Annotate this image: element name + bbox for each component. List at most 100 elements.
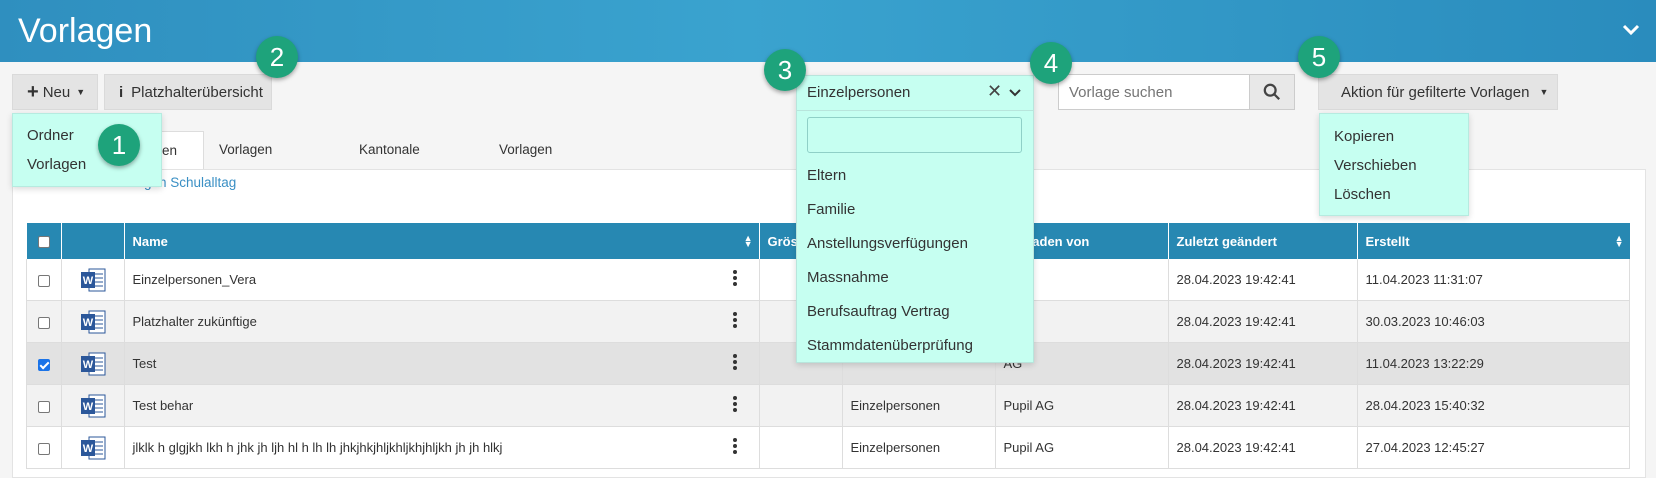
svg-text:W: W <box>82 275 93 287</box>
size-cell <box>758 426 843 469</box>
dropdown-option[interactable]: Berufsauftrag Vertrag <box>807 303 950 320</box>
column-header-modified[interactable]: Zuletzt geändert <box>1168 223 1358 259</box>
category-filter-dropdown[interactable]: Einzelpersonen ✕ Eltern Familie Anstellung… <box>796 75 1034 363</box>
category-filter-search-input[interactable] <box>807 117 1022 153</box>
row-select-cell <box>26 384 62 427</box>
category-filter-select[interactable]: Einzelpersonen ✕ <box>797 76 1033 111</box>
svg-text:W: W <box>82 443 93 455</box>
placeholder-overview-button[interactable]: i Platzhalterübersicht <box>104 74 272 110</box>
plus-icon: + <box>27 80 39 103</box>
chevron-down-icon[interactable] <box>1009 87 1021 99</box>
template-name: Platzhalter zukünftige <box>132 314 257 329</box>
menu-item-move[interactable]: Verschieben <box>1334 157 1417 174</box>
created-cell: 27.04.2023 12:45:27 <box>1356 426 1630 469</box>
modified-cell: 28.04.2023 19:42:41 <box>1167 426 1358 469</box>
file-type-cell: W <box>60 426 125 469</box>
search-icon <box>1263 83 1280 100</box>
clear-icon[interactable]: ✕ <box>987 81 1002 102</box>
uploaded-by-cell: Pupil AG <box>994 426 1169 469</box>
sort-icon: ▲ ▼ <box>743 233 753 249</box>
menu-item-copy[interactable]: Kopieren <box>1334 128 1394 145</box>
table-row[interactable]: W Test behar Einzelpersonen Pupil AG 28.04.2… <box>26 384 1630 427</box>
sort-icon: ▲ ▼ <box>1614 233 1624 249</box>
modified-cell: 28.04.2023 19:42:41 <box>1167 384 1358 427</box>
dropdown-option[interactable]: Massnahme <box>807 269 889 286</box>
step-badge-3: 3 <box>764 49 806 91</box>
menu-item-templates[interactable]: Vorlagen <box>27 156 86 173</box>
template-name: Test <box>132 356 157 371</box>
row-checkbox[interactable] <box>37 316 50 329</box>
file-type-cell: W <box>60 259 125 301</box>
created-cell: 28.04.2023 15:40:32 <box>1356 384 1630 427</box>
action-menu: Kopieren Verschieben Löschen <box>1319 113 1469 216</box>
word-document-icon: W <box>80 436 105 459</box>
row-select-cell <box>26 426 62 469</box>
search-input[interactable] <box>1058 74 1250 110</box>
more-options-icon[interactable] <box>732 436 737 456</box>
name-cell[interactable]: Test <box>123 342 760 385</box>
new-menu: Ordner Vorlagen <box>12 113 162 187</box>
category-cell: Einzelpersonen <box>841 426 996 469</box>
dropdown-option[interactable]: Anstellungsverfügungen <box>807 235 968 252</box>
svg-text:W: W <box>82 317 93 329</box>
uploaded-by-cell: Pupil AG <box>994 384 1169 427</box>
size-cell <box>758 384 843 427</box>
row-checkbox[interactable] <box>37 442 50 455</box>
tab-school-templates[interactable]: Vorlagen der Schule <box>219 131 272 233</box>
created-cell: 11.04.2023 13:22:29 <box>1356 342 1630 385</box>
more-options-icon[interactable] <box>732 268 737 288</box>
row-checkbox[interactable] <box>37 358 50 371</box>
new-button[interactable]: + Neu ▼ <box>12 74 98 110</box>
more-options-icon[interactable] <box>732 394 737 414</box>
filtered-action-button[interactable]: Aktion für gefilterte Vorlagen ▼ <box>1318 74 1558 110</box>
name-cell[interactable]: Einzelpersonen_Vera <box>123 259 760 301</box>
created-cell: 30.03.2023 10:46:03 <box>1356 300 1630 343</box>
template-name: jlklk h glgjkh lkh h jhk jh ljh hl h lh … <box>132 440 503 455</box>
created-cell: 11.04.2023 11:31:07 <box>1356 259 1630 301</box>
menu-item-folder[interactable]: Ordner <box>27 127 74 144</box>
svg-text:W: W <box>82 401 93 413</box>
row-select-cell <box>26 300 62 343</box>
template-name: Test behar <box>132 398 194 413</box>
file-type-cell: W <box>60 384 125 427</box>
select-all-header <box>26 223 62 259</box>
template-name: Einzelpersonen_Vera <box>132 272 257 287</box>
tab-pupil-templates[interactable]: Vorlagen von PUPIL <box>499 131 552 233</box>
icon-header <box>61 223 125 259</box>
dropdown-option[interactable]: Eltern <box>807 167 846 184</box>
name-cell[interactable]: jlklk h glgjkh lkh h jhk jh ljh hl h lh … <box>123 426 760 469</box>
more-options-icon[interactable] <box>732 310 737 330</box>
column-header-created[interactable]: Erstellt ▲ ▼ <box>1357 223 1630 259</box>
caret-down-icon: ▼ <box>76 87 86 97</box>
column-header-name[interactable]: Name ▲ ▼ <box>124 223 760 259</box>
step-badge-1: 1 <box>98 124 140 166</box>
name-cell[interactable]: Platzhalter zukünftige <box>123 300 760 343</box>
word-document-icon: W <box>80 394 105 417</box>
row-checkbox[interactable] <box>37 400 50 413</box>
step-badge-2: 2 <box>256 36 298 78</box>
category-cell: Einzelpersonen <box>841 384 996 427</box>
tab-cantonal-templates[interactable]: Kantonale Vorlagen <box>359 131 420 195</box>
row-checkbox[interactable] <box>37 274 50 287</box>
menu-item-delete[interactable]: Löschen <box>1334 186 1391 203</box>
word-document-icon: W <box>80 352 105 375</box>
table-row[interactable]: Wjlklk h glgjkh lkh h jhk jh ljh hl h lh… <box>26 426 1630 469</box>
name-cell[interactable]: Test behar <box>123 384 760 427</box>
select-all-checkbox[interactable] <box>37 236 50 249</box>
info-icon: i <box>119 83 124 101</box>
page-header: Vorlagen <box>0 0 1656 62</box>
modified-cell: 28.04.2023 19:42:41 <box>1167 342 1358 385</box>
step-badge-5: 5 <box>1298 36 1340 78</box>
row-select-cell <box>26 259 62 301</box>
dropdown-option[interactable]: Stammdatenüberprüfung <box>807 337 973 354</box>
placeholder-overview-label: Platzhalterübersicht <box>131 83 263 101</box>
dropdown-option[interactable]: Familie <box>807 201 855 218</box>
step-badge-4: 4 <box>1030 42 1072 84</box>
word-document-icon: W <box>80 310 105 333</box>
modified-cell: 28.04.2023 19:42:41 <box>1167 300 1358 343</box>
filtered-action-label: Aktion für gefilterte Vorlagen <box>1341 83 1530 101</box>
chevron-down-icon[interactable] <box>1620 18 1642 40</box>
search-button[interactable] <box>1249 74 1295 110</box>
more-options-icon[interactable] <box>732 352 737 372</box>
modified-cell: 28.04.2023 19:42:41 <box>1167 259 1358 301</box>
